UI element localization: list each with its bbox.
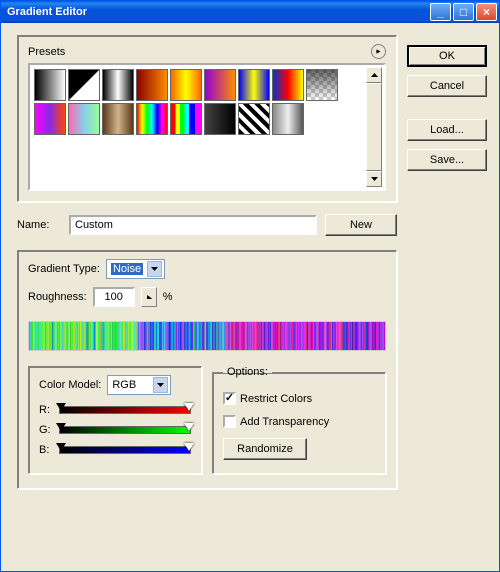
roughness-label: Roughness: [28,291,87,303]
presets-box [28,63,386,191]
gradient-type-select[interactable]: Noise [106,259,165,279]
add-transparency-label: Add Transparency [240,416,329,428]
preset-swatch[interactable] [102,103,134,135]
color-model-group: Color Model: RGB R: G: B: [28,366,202,474]
preset-swatch[interactable] [102,69,134,101]
name-label: Name: [17,219,61,231]
options-label: Options: [223,366,272,378]
preset-swatch[interactable] [68,103,100,135]
preset-swatch[interactable] [238,69,270,101]
preset-swatch[interactable] [238,103,270,135]
titlebar[interactable]: Gradient Editor _ □ × [1,1,499,23]
presets-group: Presets [17,35,397,202]
new-button[interactable]: New [325,214,397,236]
cancel-button[interactable]: Cancel [407,75,487,97]
gradient-settings-group: Gradient Type: Noise Roughness: % [17,250,397,489]
add-transparency-checkbox[interactable] [223,415,236,428]
channel-label: G: [39,424,53,436]
preset-swatch[interactable] [68,69,100,101]
window-title: Gradient Editor [7,6,430,18]
preset-swatch[interactable] [204,69,236,101]
preset-swatch[interactable] [272,103,304,135]
color-model-select[interactable]: RGB [107,375,171,395]
menu-arrow-icon [375,48,382,55]
scroll-thumb[interactable] [366,83,382,171]
preset-swatch[interactable] [34,69,66,101]
name-input[interactable] [69,215,317,235]
channel-slider[interactable] [59,403,191,417]
maximize-button[interactable]: □ [453,3,474,21]
scroll-down-button[interactable] [366,171,382,187]
preset-swatch[interactable] [306,69,338,101]
preset-swatch[interactable] [272,69,304,101]
restrict-colors-checkbox[interactable] [223,392,236,405]
options-group: Options: Restrict Colors Add Transparenc… [212,366,386,474]
slider-max-thumb[interactable] [184,443,194,451]
channel-label: B: [39,444,53,456]
minimize-button[interactable]: _ [430,3,451,21]
chevron-down-icon [153,377,168,393]
gradient-preview [28,321,386,351]
channel-slider[interactable] [59,423,191,437]
roughness-input[interactable] [93,287,135,307]
close-button[interactable]: × [476,3,497,21]
gradient-editor-window: Gradient Editor _ □ × Presets [0,0,500,572]
presets-scrollbar[interactable] [366,67,382,187]
preset-swatch[interactable] [136,103,168,135]
preset-swatch[interactable] [204,103,236,135]
slider-max-thumb[interactable] [184,423,194,431]
load-button[interactable]: Load... [407,119,487,141]
slider-min-thumb[interactable] [56,443,66,451]
slider-max-thumb[interactable] [184,403,194,411]
preset-swatch[interactable] [170,103,202,135]
presets-label: Presets [28,46,371,58]
preset-swatch[interactable] [170,69,202,101]
save-button[interactable]: Save... [407,149,487,171]
slider-min-thumb[interactable] [56,423,66,431]
preset-swatch[interactable] [136,69,168,101]
gradient-type-label: Gradient Type: [28,263,100,275]
chevron-down-icon [147,261,162,277]
color-model-label: Color Model: [39,379,101,391]
scroll-up-button[interactable] [366,67,382,83]
channel-label: R: [39,404,53,416]
presets-menu-button[interactable] [371,44,386,59]
ok-button[interactable]: OK [407,45,487,67]
roughness-stepper[interactable] [141,287,157,307]
roughness-suffix: % [163,291,173,303]
randomize-button[interactable]: Randomize [223,438,307,460]
slider-min-thumb[interactable] [56,403,66,411]
channel-slider[interactable] [59,443,191,457]
restrict-colors-label: Restrict Colors [240,393,312,405]
preset-swatch[interactable] [34,103,66,135]
